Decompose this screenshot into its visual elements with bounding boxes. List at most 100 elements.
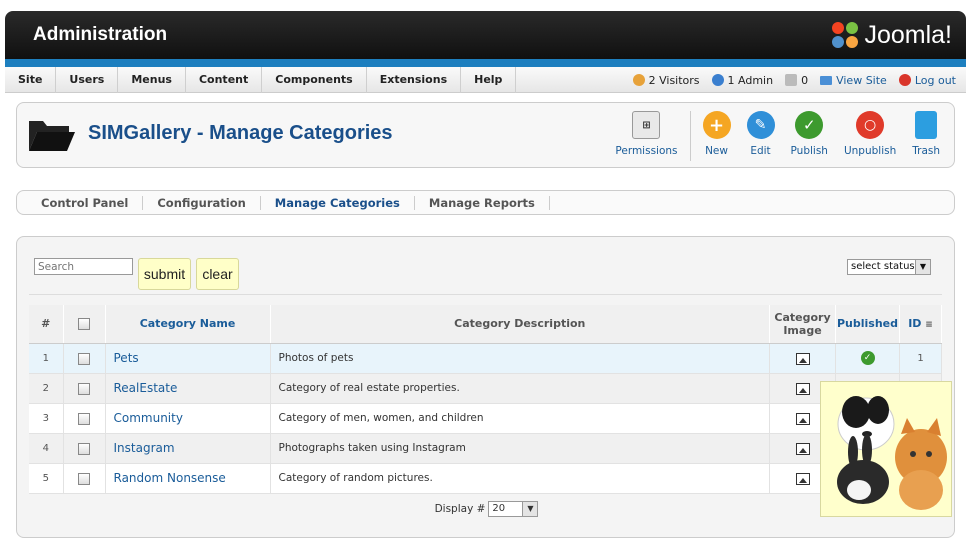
display-limit-select[interactable]: 20 ▼ [488,501,539,517]
menu-menus[interactable]: Menus [118,67,186,93]
filter-divider [29,294,942,295]
status-select[interactable]: select status ▼ [847,259,931,275]
row-checkbox[interactable] [78,412,90,425]
menu-components[interactable]: Components [262,67,367,93]
category-description: Category of real estate properties. [270,373,770,404]
checkmark-icon: ✓ [795,111,824,139]
table-row[interactable]: 5 Random Nonsense Category of random pic… [29,463,942,494]
row-checkbox[interactable] [78,472,90,485]
category-name-link[interactable]: Community [105,403,271,434]
permissions-icon: ⊞ [632,111,661,139]
categories-table: # Category Name Category Description Cat… [29,305,942,494]
row-checkbox-cell [63,463,106,494]
category-name-link[interactable]: Instagram [105,433,271,464]
row-checkbox[interactable] [78,442,90,455]
logout-link[interactable]: Log out [898,73,956,87]
header-strip [5,59,966,67]
category-name-link[interactable]: RealEstate [105,373,271,404]
category-image-preview [820,381,952,517]
unpublish-button[interactable]: ○ Unpublish [836,111,904,161]
tab-configuration[interactable]: Configuration [143,195,261,210]
dropdown-arrow-icon: ▼ [915,260,930,274]
image-icon[interactable] [795,472,810,485]
image-icon[interactable] [795,352,810,365]
menu-help[interactable]: Help [461,67,517,93]
table-row[interactable]: 2 RealEstate Category of real estate pro… [29,373,942,404]
logout-label: Log out [914,73,956,87]
category-description: Category of men, women, and children [270,403,770,434]
tab-manage-reports[interactable]: Manage Reports [415,195,550,210]
message-icon [785,74,798,86]
col-id[interactable]: ID ≡ [899,305,942,344]
user-icon [711,74,724,86]
pets-photo [837,396,947,510]
menu-users[interactable]: Users [56,67,119,93]
edit-button[interactable]: ✎ Edit [739,111,783,161]
row-checkbox[interactable] [78,352,90,365]
view-site-link[interactable]: View Site [820,74,887,87]
dropdown-arrow-icon: ▼ [522,502,538,516]
main-menu: Site Users Menus Content Components Exte… [5,67,517,93]
col-checkall [63,305,106,344]
col-id-label: ID [908,317,922,331]
edit-label: Edit [750,145,771,157]
toolbar-separator [689,111,691,161]
row-num: 5 [29,463,64,494]
submit-button[interactable]: submit [138,258,191,290]
category-description: Photographs taken using Instagram [270,433,770,464]
publish-button[interactable]: ✓ Publish [783,111,836,161]
search-input[interactable] [34,258,133,275]
menu-extensions[interactable]: Extensions [367,67,462,93]
users-icon [632,74,645,86]
tab-manage-categories[interactable]: Manage Categories [261,195,415,210]
messages-count: 0 [801,73,809,87]
view-site-label: View Site [836,73,887,87]
table-header-row: # Category Name Category Description Cat… [29,305,942,344]
unpublish-label: Unpublish [843,145,897,157]
component-submenu: Control Panel Configuration Manage Categ… [16,190,955,215]
row-num: 2 [29,373,64,404]
page-title: SIMGallery - Manage Categories [88,122,393,144]
tab-control-panel[interactable]: Control Panel [27,195,144,210]
admin-header: Administration Joomla! [5,11,966,67]
permissions-label: Permissions [615,145,678,157]
page-toolbar: SIMGallery - Manage Categories ⊞ Permiss… [16,102,955,168]
row-checkbox-cell [63,343,106,374]
clear-button[interactable]: clear [196,258,239,290]
admin-title: Administration [33,24,168,45]
row-num: 1 [29,343,64,374]
row-id: 1 [899,343,942,374]
status-bar: 2 Visitors 1 Admin 0 View Site Log out [632,67,956,93]
published-check-icon[interactable]: ✓ [860,351,875,365]
plus-icon: + [702,111,731,139]
col-name[interactable]: Category Name [105,305,271,344]
col-published[interactable]: Published [835,305,900,344]
category-name-link[interactable]: Random Nonsense [105,463,271,494]
power-icon [898,74,911,86]
table-row[interactable]: 4 Instagram Photographs taken using Inst… [29,433,942,464]
admins-count: 1 Admin [727,73,774,87]
category-image-cell [769,343,836,374]
image-icon[interactable] [795,412,810,425]
status-select-value: select status [851,261,915,272]
row-checkbox[interactable] [78,382,90,395]
table-row[interactable]: 1 Pets Photos of pets ✓ 1 [29,343,942,374]
messages-status[interactable]: 0 [785,74,808,87]
trash-button[interactable]: Trash [904,111,948,161]
toolbar-buttons: ⊞ Permissions + New ✎ Edit ✓ Publish ○ U… [607,111,948,161]
menu-content[interactable]: Content [186,67,263,93]
category-description: Category of random pictures. [270,463,770,494]
new-button[interactable]: + New [695,111,739,161]
image-icon[interactable] [795,382,810,395]
visitors-status: 2 Visitors [632,73,700,87]
category-name-link[interactable]: Pets [105,343,271,374]
check-all-checkbox[interactable] [78,318,90,331]
menu-site[interactable]: Site [5,67,57,93]
permissions-button[interactable]: ⊞ Permissions [607,111,685,161]
sort-desc-icon: ≡ [925,320,933,331]
visitors-count: 2 Visitors [648,73,700,87]
table-row[interactable]: 3 Community Category of men, women, and … [29,403,942,434]
col-description: Category Description [270,305,770,344]
monitor-icon [820,75,833,85]
image-icon[interactable] [795,442,810,455]
